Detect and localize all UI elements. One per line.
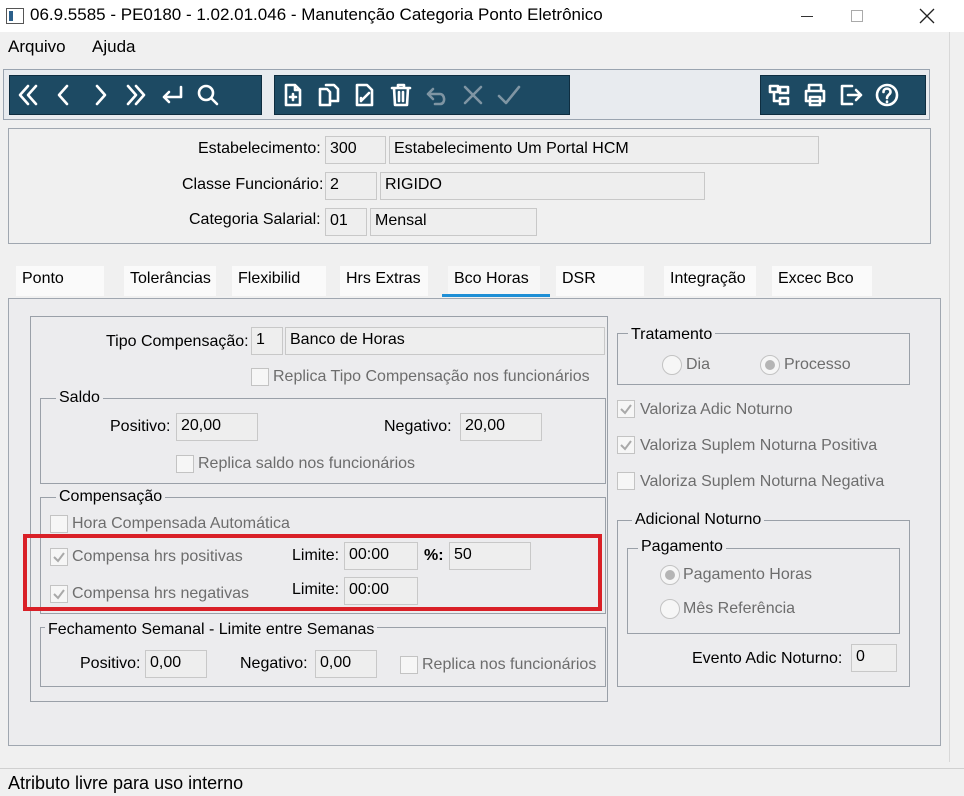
saldo-negativo-field[interactable]: 20,00 — [460, 413, 542, 441]
saldo-negativo-label: Negativo: — [384, 418, 452, 435]
saldo-positivo-label: Positivo: — [110, 418, 171, 435]
valoriza-pos-label: Valoriza Suplem Noturna Positiva — [640, 437, 878, 454]
tab-flexibilid[interactable]: Flexibilid — [232, 266, 326, 296]
replica-saldo-label: Replica saldo nos funcionários — [198, 455, 416, 472]
active-tab-indicator — [442, 294, 550, 297]
title-bar: 06.9.5585 - PE0180 - 1.02.01.046 - Manut… — [0, 0, 964, 32]
edit-toolbar-group — [274, 75, 570, 115]
tratamento-title: Tratamento — [628, 326, 716, 344]
replica-tipo-label: Replica Tipo Compensação nos funcionário… — [273, 368, 590, 385]
saldo-positivo-field[interactable]: 20,00 — [176, 413, 258, 441]
replica-tipo-checkbox[interactable] — [251, 368, 269, 386]
tab-bco-horas[interactable]: Bco Horas — [448, 266, 540, 296]
print-icon[interactable] — [797, 75, 833, 115]
structure-icon[interactable] — [761, 75, 797, 115]
copy-icon[interactable] — [311, 75, 347, 115]
tipo-compensacao-name-field: Banco de Horas — [285, 327, 605, 355]
pagamento-horas-label: Pagamento Horas — [683, 566, 812, 583]
replica-saldo-checkbox[interactable] — [176, 455, 194, 473]
exit-icon[interactable] — [833, 75, 869, 115]
tab-hrs-extras[interactable]: Hrs Extras — [340, 266, 428, 296]
fech-replica-label: Replica nos funcionários — [422, 656, 597, 673]
categoria-label: Categoria Salarial: — [189, 211, 321, 228]
previous-icon[interactable] — [46, 75, 82, 115]
classe-name-field: RIGIDO — [380, 172, 705, 200]
tratamento-processo-label: Processo — [784, 356, 851, 373]
menu-arquivo[interactable]: Arquivo — [8, 37, 66, 57]
edit-icon[interactable] — [347, 75, 383, 115]
first-icon[interactable] — [10, 75, 46, 115]
delete-icon[interactable] — [383, 75, 419, 115]
close-icon — [919, 8, 935, 24]
tab-integracao[interactable]: Integração — [664, 266, 756, 296]
goto-icon[interactable] — [154, 75, 190, 115]
fech-replica-checkbox[interactable] — [400, 656, 418, 674]
mes-referencia-radio[interactable] — [660, 599, 680, 619]
undo-icon[interactable] — [419, 75, 455, 115]
maximize-icon — [851, 10, 863, 22]
evento-field[interactable]: 0 — [851, 644, 897, 672]
mes-referencia-label: Mês Referência — [683, 600, 796, 617]
estabelecimento-label: Estabelecimento: — [198, 140, 321, 157]
minimize-icon — [801, 15, 813, 17]
tab-excec-bco[interactable]: Excec Bco — [772, 266, 872, 296]
new-icon[interactable] — [275, 75, 311, 115]
estabelecimento-name-field: Estabelecimento Um Portal HCM — [389, 136, 819, 164]
valoriza-adic-checkbox[interactable] — [617, 400, 635, 418]
pagamento-group — [627, 548, 900, 634]
valoriza-pos-checkbox[interactable] — [617, 436, 635, 454]
close-button[interactable] — [904, 0, 950, 32]
window-title: 06.9.5585 - PE0180 - 1.02.01.046 - Manut… — [30, 5, 603, 24]
pagamento-title: Pagamento — [638, 538, 726, 556]
check-icon — [620, 440, 632, 451]
tratamento-processo-radio[interactable] — [760, 355, 780, 375]
adicional-title: Adicional Noturno — [632, 511, 765, 529]
classe-code-field[interactable]: 2 — [325, 172, 377, 200]
fech-positivo-label: Positivo: — [80, 655, 141, 672]
fech-negativo-label: Negativo: — [240, 655, 308, 672]
tab-dsr[interactable]: DSR — [556, 266, 644, 296]
tipo-compensacao-label: Tipo Compensação: — [106, 333, 249, 350]
valoriza-neg-checkbox[interactable] — [617, 472, 635, 490]
categoria-code-field[interactable]: 01 — [325, 208, 367, 236]
categoria-name-field: Mensal — [370, 208, 537, 236]
minimize-button[interactable] — [784, 0, 830, 32]
tab-tolerancias[interactable]: Tolerâncias — [124, 266, 216, 296]
check-icon — [620, 404, 632, 415]
menu-bar: Arquivo Ajuda — [0, 33, 964, 61]
highlight-box — [23, 534, 602, 611]
classe-label: Classe Funcionário: — [182, 176, 324, 193]
menu-ajuda[interactable]: Ajuda — [92, 37, 135, 57]
hora-auto-checkbox[interactable] — [50, 515, 68, 533]
extra-toolbar-group — [760, 75, 926, 115]
nav-toolbar-group — [9, 75, 262, 115]
estabelecimento-code-field[interactable]: 300 — [325, 136, 386, 164]
fech-negativo-field[interactable]: 0,00 — [315, 650, 377, 678]
app-icon — [6, 8, 24, 24]
maximize-button[interactable] — [834, 0, 880, 32]
cancel-icon[interactable] — [455, 75, 491, 115]
valoriza-adic-label: Valoriza Adic Noturno — [640, 401, 793, 418]
hora-auto-label: Hora Compensada Automática — [72, 515, 290, 532]
evento-label: Evento Adic Noturno: — [692, 650, 843, 667]
help-icon[interactable] — [869, 75, 905, 115]
fechamento-title: Fechamento Semanal - Limite entre Semana… — [45, 621, 378, 639]
valoriza-neg-label: Valoriza Suplem Noturna Negativa — [640, 473, 885, 490]
status-text: Atributo livre para uso interno — [8, 773, 244, 793]
toolbar — [3, 69, 930, 120]
confirm-icon[interactable] — [491, 75, 527, 115]
fech-positivo-field[interactable]: 0,00 — [145, 650, 207, 678]
tratamento-dia-label: Dia — [686, 356, 711, 373]
tab-ponto[interactable]: Ponto — [16, 266, 104, 296]
tipo-compensacao-code-field[interactable]: 1 — [251, 327, 283, 355]
saldo-title: Saldo — [56, 389, 103, 407]
last-icon[interactable] — [118, 75, 154, 115]
compensacao-title: Compensação — [56, 488, 166, 506]
pagamento-horas-radio[interactable] — [660, 565, 680, 585]
scrollbar[interactable] — [949, 32, 964, 762]
next-icon[interactable] — [82, 75, 118, 115]
search-icon[interactable] — [190, 75, 226, 115]
tratamento-dia-radio[interactable] — [662, 355, 682, 375]
